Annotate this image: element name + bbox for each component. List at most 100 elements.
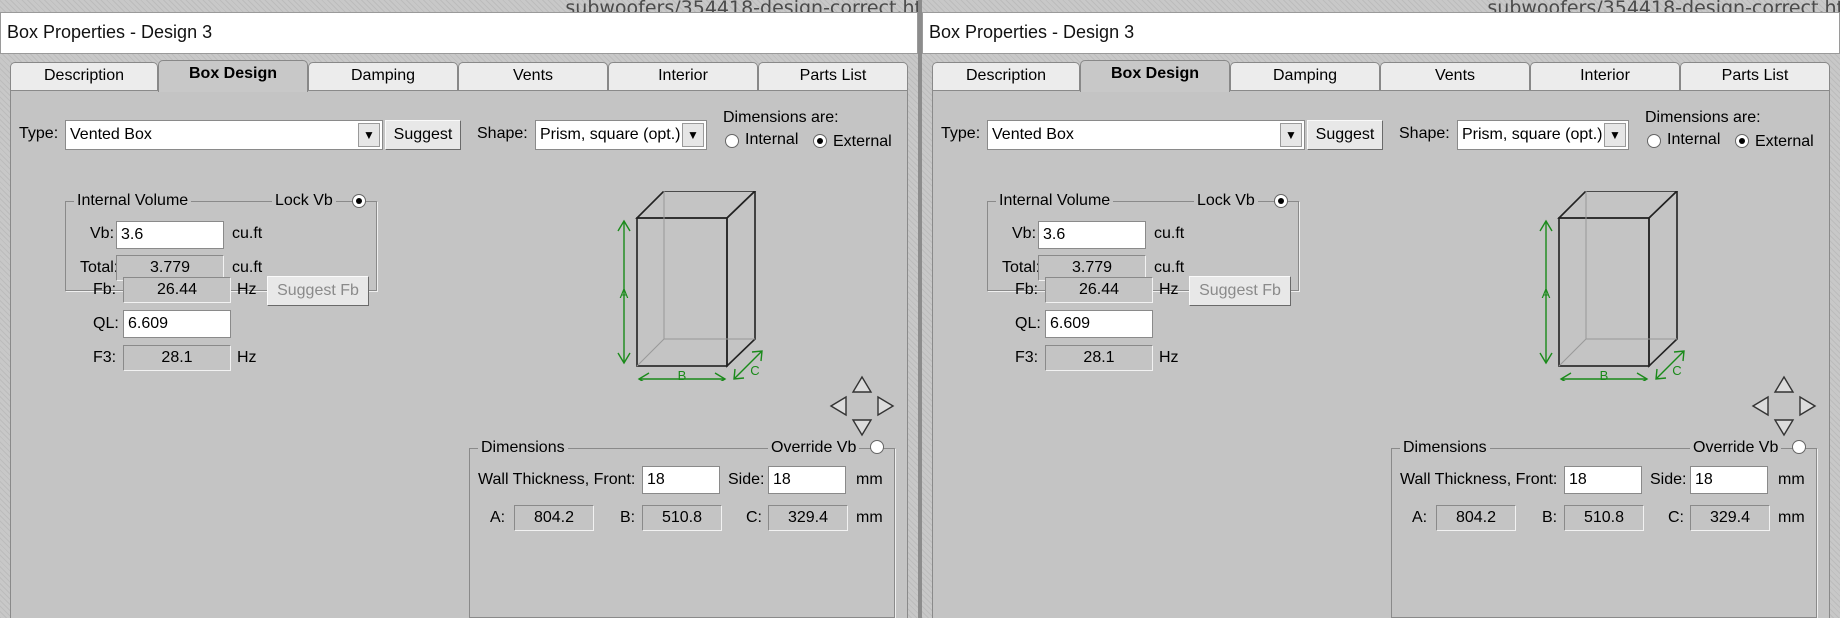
arrow-up-icon[interactable]	[851, 375, 873, 393]
dimensions-legend: Dimensions	[1400, 439, 1490, 457]
rotate-arrows-control[interactable]	[829, 375, 895, 437]
dimensions-are-label: Dimensions are:	[723, 109, 839, 126]
type-value: Vented Box	[70, 126, 152, 143]
total-unit: cu.ft	[1154, 259, 1185, 276]
box-front-face	[636, 217, 728, 367]
shape-value: Prism, square (opt.)	[1462, 126, 1603, 143]
arrow-left-icon[interactable]	[829, 395, 847, 417]
type-label: Type:	[19, 125, 59, 142]
tab-vents[interactable]: Vents	[458, 62, 608, 90]
tab-box-design[interactable]: Box Design	[158, 60, 308, 92]
arrow-left-icon[interactable]	[1751, 395, 1769, 417]
internal-radio[interactable]	[1647, 134, 1661, 148]
external-radio[interactable]	[1735, 134, 1749, 148]
dim-a-value: 804.2	[1436, 505, 1516, 531]
arrow-down-icon[interactable]	[1773, 419, 1795, 437]
vb-input[interactable]: 3.6	[1038, 221, 1146, 249]
arrow-right-icon[interactable]	[877, 395, 895, 417]
title-bar[interactable]: Box Properties - Design 3	[922, 12, 1840, 54]
type-dropdown[interactable]: Vented Box ▼	[987, 120, 1305, 150]
box-design-page: Type: Vented Box ▼ Suggest Shape: Prism,…	[10, 90, 908, 618]
f3-label: F3:	[93, 349, 117, 366]
wall-front-label: Wall Thickness, Front:	[1400, 471, 1558, 488]
chevron-down-icon[interactable]: ▼	[682, 123, 704, 147]
tab-damping[interactable]: Damping	[1230, 62, 1380, 90]
box-side-face	[726, 191, 756, 368]
arrow-down-icon[interactable]	[851, 419, 873, 437]
tab-parts-list[interactable]: Parts List	[1680, 62, 1830, 90]
box-diagram: A B C	[1539, 191, 1685, 381]
box-front-face	[1558, 217, 1650, 367]
arrow-up-icon[interactable]	[1773, 375, 1795, 393]
fb-label: Fb:	[93, 281, 117, 298]
type-dropdown[interactable]: Vented Box ▼	[65, 120, 383, 150]
shape-label: Shape:	[1399, 125, 1450, 142]
chevron-down-icon[interactable]: ▼	[1280, 123, 1302, 147]
wall-front-input[interactable]: 18	[1564, 466, 1642, 494]
wall-front-input[interactable]: 18	[642, 466, 720, 494]
dim-c-marker: C	[750, 363, 759, 378]
ql-label: QL:	[93, 315, 119, 332]
wall-front-label: Wall Thickness, Front:	[478, 471, 636, 488]
shape-dropdown[interactable]: Prism, square (opt.) ▼	[535, 120, 707, 150]
title-bar[interactable]: Box Properties - Design 3	[0, 12, 918, 54]
lock-vb-radio[interactable]	[1274, 194, 1288, 208]
arrow-right-icon[interactable]	[1799, 395, 1817, 417]
chevron-down-icon[interactable]: ▼	[358, 123, 380, 147]
tab-interior[interactable]: Interior	[608, 62, 758, 90]
external-radio[interactable]	[813, 134, 827, 148]
type-value: Vented Box	[992, 126, 1074, 143]
dim-c-label: C:	[1668, 509, 1684, 526]
box-top-face	[1557, 191, 1679, 219]
suggest-button[interactable]: Suggest	[385, 120, 461, 150]
internal-radio[interactable]	[725, 134, 739, 148]
dim-unit: mm	[1778, 509, 1805, 526]
lock-vb-label: Lock Vb	[1194, 192, 1258, 210]
tab-description[interactable]: Description	[932, 62, 1080, 90]
tab-vents[interactable]: Vents	[1380, 62, 1530, 90]
dim-b-label: B:	[1542, 509, 1558, 526]
internal-volume-legend: Internal Volume	[74, 192, 192, 210]
dim-a-value: 804.2	[514, 505, 594, 531]
internal-radio-label: Internal	[745, 131, 799, 148]
external-radio-label: External	[1755, 133, 1814, 150]
box-diagram: A B C	[617, 191, 763, 381]
tab-box-design[interactable]: Box Design	[1080, 60, 1230, 92]
lock-vb-radio[interactable]	[352, 194, 366, 208]
shape-dropdown[interactable]: Prism, square (opt.) ▼	[1457, 120, 1629, 150]
total-unit: cu.ft	[232, 259, 263, 276]
tab-damping[interactable]: Damping	[308, 62, 458, 90]
external-radio-label: External	[833, 133, 892, 150]
wall-side-input[interactable]: 18	[768, 466, 846, 494]
shape-label: Shape:	[477, 125, 528, 142]
fb-unit: Hz	[1159, 281, 1179, 298]
vb-label: Vb:	[90, 225, 115, 242]
dim-a-marker: A	[1542, 286, 1551, 301]
suggest-fb-button[interactable]: Suggest Fb	[1189, 276, 1291, 306]
suggest-button[interactable]: Suggest	[1307, 120, 1383, 150]
vb-unit: cu.ft	[232, 225, 263, 242]
ql-input[interactable]: 6.609	[1045, 310, 1153, 338]
rotate-arrows-control[interactable]	[1751, 375, 1817, 437]
tab-description[interactable]: Description	[10, 62, 158, 90]
f3-unit: Hz	[1159, 349, 1179, 366]
override-vb-radio[interactable]	[1792, 440, 1806, 454]
dim-b-marker: B	[1600, 368, 1609, 381]
vb-label: Vb:	[1012, 225, 1037, 242]
dim-c-value: 329.4	[1690, 505, 1770, 531]
box-properties-window-right: subwoofers/354418-design-correct.ht Box …	[922, 0, 1840, 618]
f3-label: F3:	[1015, 349, 1039, 366]
tab-parts-list[interactable]: Parts List	[758, 62, 908, 90]
ql-input[interactable]: 6.609	[123, 310, 231, 338]
tab-interior[interactable]: Interior	[1530, 62, 1680, 90]
ql-label: QL:	[1015, 315, 1041, 332]
dimensions-group: Dimensions Override Vb Wall Thickness, F…	[1391, 439, 1817, 618]
wall-side-input[interactable]: 18	[1690, 466, 1768, 494]
wall-side-label: Side:	[728, 471, 765, 488]
vb-unit: cu.ft	[1154, 225, 1185, 242]
override-vb-radio[interactable]	[870, 440, 884, 454]
shape-value: Prism, square (opt.)	[540, 126, 681, 143]
suggest-fb-button[interactable]: Suggest Fb	[267, 276, 369, 306]
chevron-down-icon[interactable]: ▼	[1604, 123, 1626, 147]
vb-input[interactable]: 3.6	[116, 221, 224, 249]
